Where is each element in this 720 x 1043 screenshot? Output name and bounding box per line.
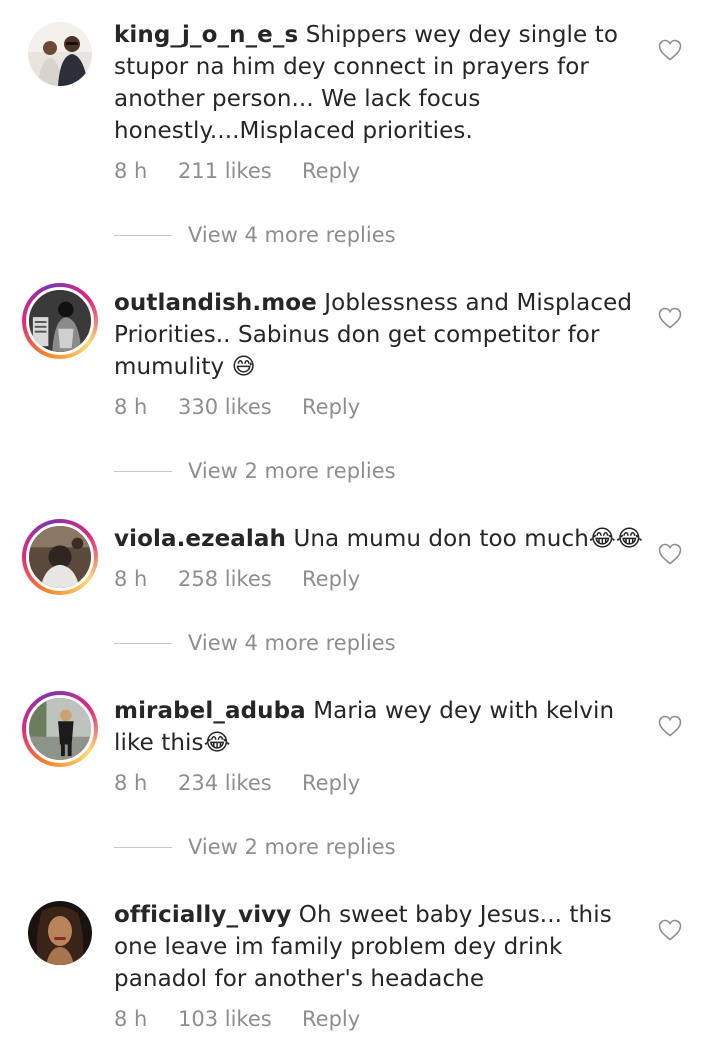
replies-divider xyxy=(114,470,172,472)
reply-button[interactable]: Reply xyxy=(302,159,360,183)
comment-text: outlandish.moe Joblessness and Misplaced… xyxy=(114,287,644,383)
reply-button[interactable]: Reply xyxy=(302,1007,360,1031)
view-replies-button[interactable]: View 2 more replies xyxy=(114,459,396,483)
avatar[interactable] xyxy=(22,691,98,767)
replies-divider xyxy=(114,234,172,236)
view-replies-label: View 2 more replies xyxy=(188,835,396,859)
replies-divider xyxy=(114,642,172,644)
view-replies-button[interactable]: View 4 more replies xyxy=(114,223,396,247)
heart-outline-icon[interactable] xyxy=(658,307,682,329)
comment-likes[interactable]: 258 likes xyxy=(178,567,302,591)
heart-outline-icon[interactable] xyxy=(658,715,682,737)
comment-time: 8 h xyxy=(114,159,148,183)
comment-text: king_j_o_n_e_s Shippers wey dey single t… xyxy=(114,19,644,147)
reply-button[interactable]: Reply xyxy=(302,567,360,591)
comment-username[interactable]: viola.ezealah xyxy=(114,526,286,552)
view-replies-button[interactable]: View 4 more replies xyxy=(114,631,396,655)
avatar[interactable] xyxy=(28,22,92,86)
comment-text: mirabel_aduba Maria wey dey with kelvin … xyxy=(114,695,644,759)
comment-text: officially_vivy Oh sweet baby Jesus... t… xyxy=(114,899,644,995)
comment-time: 8 h xyxy=(114,395,148,419)
comment-likes[interactable]: 211 likes xyxy=(178,159,302,183)
avatar[interactable] xyxy=(28,901,92,965)
comment-meta: 8 h 103 likes Reply xyxy=(114,1007,360,1031)
reply-button[interactable]: Reply xyxy=(302,395,360,419)
comment-likes[interactable]: 330 likes xyxy=(178,395,302,419)
heart-outline-icon[interactable] xyxy=(658,919,682,941)
comment-username[interactable]: outlandish.moe xyxy=(114,290,317,316)
comment-meta: 8 h 234 likes Reply xyxy=(114,771,360,795)
comment-likes[interactable]: 234 likes xyxy=(178,771,302,795)
comment-time: 8 h xyxy=(114,1007,148,1031)
comment-likes[interactable]: 103 likes xyxy=(178,1007,302,1031)
avatar[interactable] xyxy=(22,283,98,359)
view-replies-label: View 4 more replies xyxy=(188,223,396,247)
comment-meta: 8 h 330 likes Reply xyxy=(114,395,360,419)
comment-meta: 8 h 258 likes Reply xyxy=(114,567,360,591)
view-replies-label: View 2 more replies xyxy=(188,459,396,483)
avatar[interactable] xyxy=(22,519,98,595)
comment-text: viola.ezealah Una mumu don too much😂😂 xyxy=(114,523,644,555)
comment-meta: 8 h 211 likes Reply xyxy=(114,159,360,183)
comment-body: Una mumu don too much😂😂 xyxy=(293,526,643,552)
comment-username[interactable]: officially_vivy xyxy=(114,902,291,928)
view-replies-button[interactable]: View 2 more replies xyxy=(114,835,396,859)
heart-outline-icon[interactable] xyxy=(658,39,682,61)
comment-time: 8 h xyxy=(114,771,148,795)
comment-username[interactable]: mirabel_aduba xyxy=(114,698,306,724)
comment-username[interactable]: king_j_o_n_e_s xyxy=(114,22,298,48)
replies-divider xyxy=(114,846,172,848)
heart-outline-icon[interactable] xyxy=(658,543,682,565)
view-replies-label: View 4 more replies xyxy=(188,631,396,655)
comment-time: 8 h xyxy=(114,567,148,591)
reply-button[interactable]: Reply xyxy=(302,771,360,795)
